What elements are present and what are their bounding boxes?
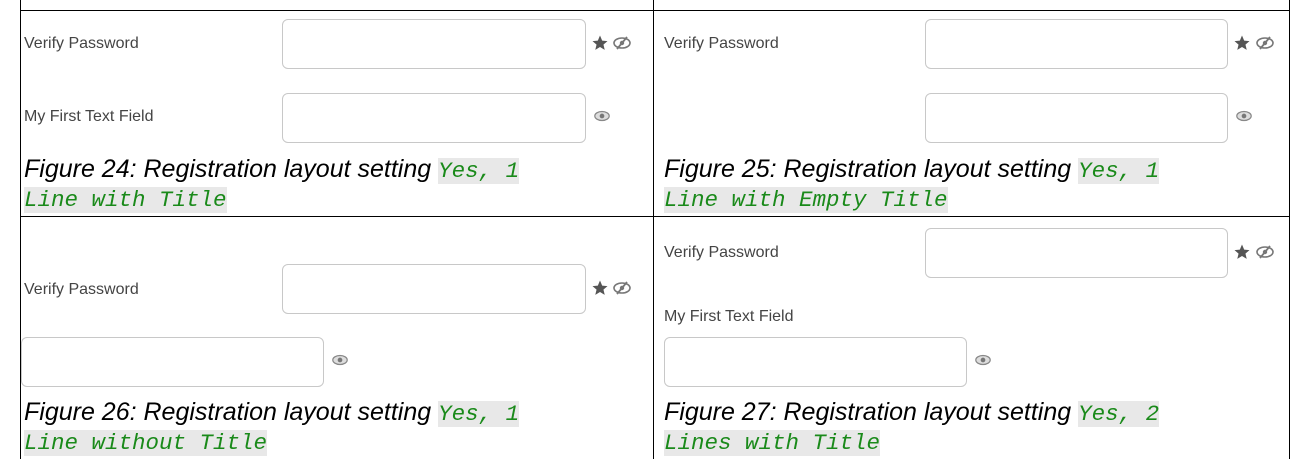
figure-26-caption: Figure 26: Registration layout setting Y… bbox=[24, 398, 520, 429]
figure-24-caption: Figure 24: Registration layout setting Y… bbox=[24, 155, 520, 186]
figure-25-caption: Figure 25: Registration layout setting Y… bbox=[664, 155, 1160, 186]
caption-prefix: Figure 25: Registration layout setting bbox=[664, 155, 1079, 183]
eye-icon[interactable] bbox=[593, 109, 611, 123]
table-border-row-divider bbox=[20, 216, 1290, 217]
verify-password-label: Verify Password bbox=[664, 35, 779, 52]
first-text-field-input[interactable] bbox=[925, 93, 1228, 143]
star-icon bbox=[1233, 243, 1251, 261]
table-border-left bbox=[20, 0, 21, 459]
first-text-field-input[interactable] bbox=[282, 93, 586, 143]
verify-password-label: Verify Password bbox=[24, 281, 139, 298]
caption-code-line1: Yes, 1 bbox=[1078, 158, 1160, 184]
figure-27-caption-line2: Lines with Title bbox=[664, 427, 881, 458]
table-border-right bbox=[1289, 0, 1290, 459]
caption-prefix: Figure 27: Registration layout setting bbox=[664, 398, 1079, 426]
first-text-field-input[interactable] bbox=[664, 337, 967, 387]
caption-code-line2: Line with Title bbox=[24, 187, 227, 213]
verify-password-label: Verify Password bbox=[24, 35, 139, 52]
caption-code-line2: Line with Empty Title bbox=[664, 187, 948, 213]
first-text-field-label: My First Text Field bbox=[664, 308, 794, 325]
caption-prefix: Figure 24: Registration layout setting bbox=[24, 155, 439, 183]
verify-password-input[interactable] bbox=[925, 228, 1228, 278]
figure-24-caption-line2: Line with Title bbox=[24, 184, 227, 215]
table-border-top bbox=[20, 10, 1290, 11]
eye-slash-icon[interactable] bbox=[1255, 36, 1275, 50]
caption-code-line2: Line without Title bbox=[24, 430, 268, 456]
table-border-middle bbox=[653, 0, 654, 459]
figure-26-caption-line2: Line without Title bbox=[24, 427, 268, 458]
verify-password-label: Verify Password bbox=[664, 244, 779, 261]
eye-slash-icon[interactable] bbox=[1255, 245, 1275, 259]
figure-25-caption-line2: Line with Empty Title bbox=[664, 184, 948, 215]
caption-code-line1: Yes, 2 bbox=[1078, 401, 1160, 427]
eye-slash-icon[interactable] bbox=[612, 36, 632, 50]
eye-icon[interactable] bbox=[974, 353, 992, 367]
eye-slash-icon[interactable] bbox=[612, 281, 632, 295]
verify-password-input[interactable] bbox=[282, 19, 586, 69]
eye-icon[interactable] bbox=[331, 353, 349, 367]
eye-icon[interactable] bbox=[1235, 109, 1253, 123]
first-text-field-input[interactable] bbox=[21, 337, 324, 387]
star-icon bbox=[591, 34, 609, 52]
first-text-field-label: My First Text Field bbox=[24, 108, 154, 125]
caption-code-line1: Yes, 1 bbox=[438, 158, 520, 184]
caption-prefix: Figure 26: Registration layout setting bbox=[24, 398, 439, 426]
star-icon bbox=[1233, 34, 1251, 52]
verify-password-input[interactable] bbox=[282, 264, 586, 314]
verify-password-input[interactable] bbox=[925, 19, 1228, 69]
caption-code-line1: Yes, 1 bbox=[438, 401, 520, 427]
caption-code-line2: Lines with Title bbox=[664, 430, 881, 456]
star-icon bbox=[591, 279, 609, 297]
figure-27-caption: Figure 27: Registration layout setting Y… bbox=[664, 398, 1160, 429]
